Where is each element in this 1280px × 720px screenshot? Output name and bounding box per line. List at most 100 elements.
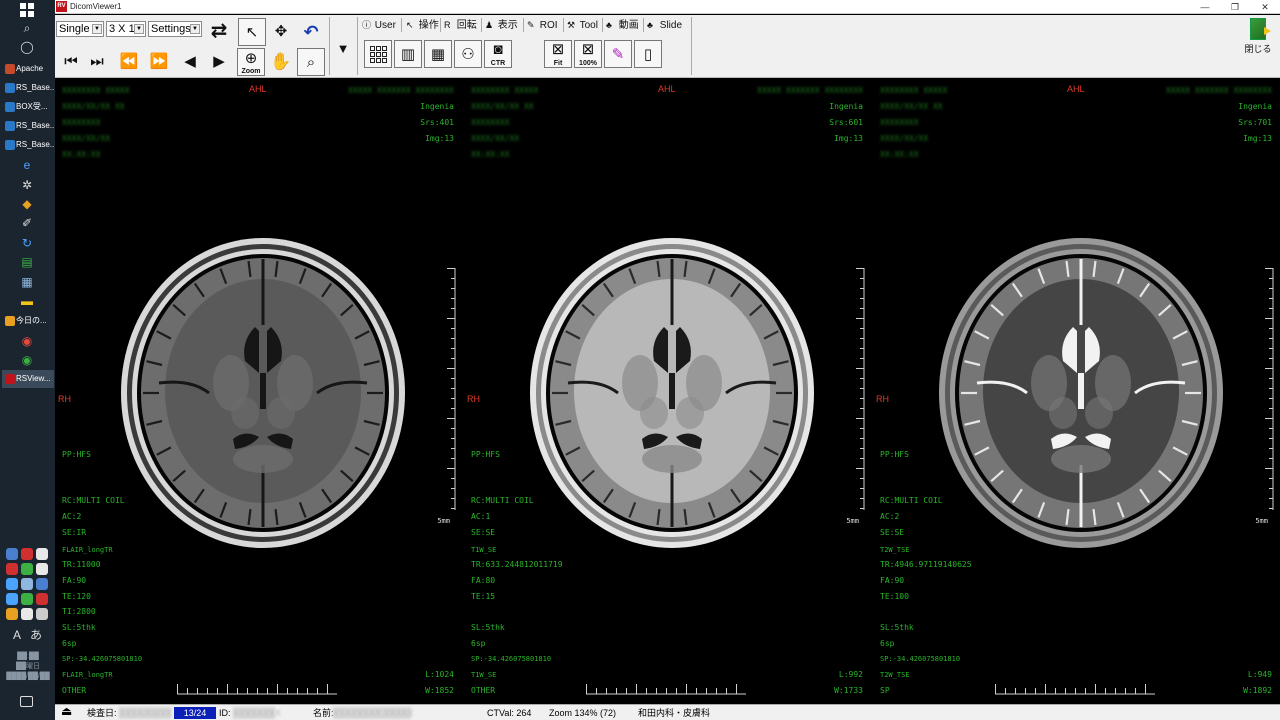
tray-icon[interactable] xyxy=(21,548,33,560)
refresh-icon[interactable]: ↻ xyxy=(19,235,35,251)
grid-layout-button[interactable] xyxy=(364,40,392,68)
tray-icon[interactable] xyxy=(36,593,48,605)
folder-icon[interactable]: ▬ xyxy=(19,293,35,309)
tab-rotate[interactable]: R 回転 xyxy=(444,17,477,33)
feather-icon xyxy=(5,64,15,74)
tray-icon[interactable] xyxy=(36,578,48,590)
tray-icon[interactable] xyxy=(21,563,33,575)
close-window-button[interactable]: ✕ xyxy=(1250,0,1280,14)
chrome-alt-icon[interactable]: ◉ xyxy=(19,352,35,368)
fast-forward-button[interactable]: ⏩ xyxy=(145,48,173,76)
exit-button[interactable]: 閉じる xyxy=(1242,15,1274,67)
grid-size-select[interactable]: 3 X 1 ▼ xyxy=(106,21,146,37)
tray-icon[interactable] xyxy=(21,608,33,620)
tab-slide[interactable]: ♣ Slide xyxy=(647,17,682,33)
windows-taskbar: ⌕ ◯ Apache RS_Base... BOX受... RS_Base...… xyxy=(0,0,55,720)
spreadsheet-icon[interactable]: ▤ xyxy=(19,254,35,270)
fit-screen-icon: ⊠ xyxy=(551,41,565,58)
viewport-1[interactable]: AHL RH XXXXXXXX XXXXX XXXX/XX/XX XX XXXXXXXX… xyxy=(55,80,464,702)
dicom-tag-ti: TI:2800 xyxy=(62,607,96,616)
tray-icon[interactable] xyxy=(6,608,18,620)
sync-button[interactable]: ⚇ xyxy=(454,40,482,68)
tab-roi[interactable]: ✎ ROI xyxy=(527,17,558,33)
undo-button[interactable]: ↶ xyxy=(297,18,325,46)
font-icon[interactable]: A xyxy=(9,627,25,643)
ime-icon[interactable]: あ xyxy=(28,627,44,643)
tab-display[interactable]: ♟ 表示 xyxy=(485,17,518,33)
windows-start-icon[interactable] xyxy=(20,3,34,17)
more-menu-button[interactable]: ▼ xyxy=(329,35,357,63)
split-layout-button[interactable]: ▥ xyxy=(394,40,422,68)
pan-tool-button[interactable]: ✋ xyxy=(267,48,295,76)
minimize-button[interactable]: — xyxy=(1190,0,1220,14)
taskbar-app-today[interactable]: 今日の... xyxy=(2,312,54,330)
magnify-region-button[interactable]: ⌕ xyxy=(297,48,325,76)
mri-axial-slice[interactable] xyxy=(931,233,1231,553)
tab-tool[interactable]: ⚒ Tool xyxy=(567,17,598,33)
vertical-scale-ruler xyxy=(856,268,865,510)
tray-icon[interactable] xyxy=(36,563,48,575)
gear-icon[interactable]: ✲ xyxy=(19,177,35,193)
chrome-icon[interactable]: ◉ xyxy=(19,333,35,349)
pen-icon[interactable]: ✐ xyxy=(19,215,35,231)
tray-icon[interactable] xyxy=(6,548,18,560)
search-icon[interactable]: ⌕ xyxy=(19,20,35,36)
document-icon[interactable]: ▦ xyxy=(19,274,35,290)
single-column-button[interactable]: ▯ xyxy=(634,40,662,68)
next-image-button[interactable]: ▶ xyxy=(205,48,233,76)
layout-mode-select[interactable]: Single ▼ xyxy=(56,21,104,37)
rv-app-icon: RV xyxy=(56,1,67,12)
tray-icon[interactable] xyxy=(36,608,48,620)
clock[interactable]: ██:██ ██曜日 ████/██/██ xyxy=(4,652,52,682)
dicom-tag-gap: 6sp xyxy=(62,639,77,648)
taskbar-app-rs-base-2[interactable]: RS_Base... xyxy=(2,117,54,135)
taskbar-app-rs-base-3[interactable]: RS_Base... xyxy=(2,136,54,154)
tray-icon[interactable] xyxy=(36,548,48,560)
pencil-icon: ✎ xyxy=(527,20,535,30)
orientation-left-label: RH xyxy=(876,394,889,404)
taskbar-app-rs-base-1[interactable]: RS_Base... xyxy=(2,79,54,97)
edge-icon[interactable]: e xyxy=(19,157,35,173)
tray-icon[interactable] xyxy=(6,593,18,605)
tab-operation[interactable]: ↖ 操作 xyxy=(406,17,439,33)
viewport-2[interactable]: AHL RH XXXXXXXX XXXXX XXXX/XX/XX XX XXXXXXXX… xyxy=(464,80,873,702)
tab-movie[interactable]: ♣ 動画 xyxy=(606,17,639,33)
dicom-tag-other: OTHER xyxy=(62,686,87,695)
viewport-3[interactable]: AHL RH XXXXXXXX XXXXX XXXX/XX/XX XX XXXXXXXX… xyxy=(873,80,1280,702)
taskbar-app-box[interactable]: BOX受... xyxy=(2,98,54,116)
last-image-button[interactable]: ⏭ xyxy=(83,48,111,76)
swap-arrows-button[interactable]: ⇄ xyxy=(204,17,234,49)
cortana-icon[interactable]: ◯ xyxy=(19,39,35,55)
fast-back-button[interactable]: ⏪ xyxy=(115,48,143,76)
tray-icon[interactable] xyxy=(21,593,33,605)
institution-header: XXXXX XXXXXXX XXXXXXXX xyxy=(1166,86,1272,95)
restore-button[interactable]: ❐ xyxy=(1220,0,1250,14)
annotate-button[interactable]: ✎ xyxy=(604,40,632,68)
eject-icon[interactable]: ⏏ xyxy=(61,705,72,717)
scale-unit-label: 5mm xyxy=(1255,517,1268,525)
first-image-button[interactable]: ⏮ xyxy=(57,48,85,76)
settings-select[interactable]: Settings ▼ xyxy=(148,21,202,37)
scroll-tool-button[interactable]: ✥ xyxy=(267,18,295,46)
columns-icon: ▥ xyxy=(400,46,416,63)
zoom-tool-button[interactable]: ⊕ Zoom xyxy=(237,48,265,76)
tray-icon[interactable] xyxy=(6,563,18,575)
mri-axial-slice[interactable] xyxy=(522,233,822,553)
tab-user[interactable]: ⓘ User xyxy=(362,17,396,33)
tray-icon[interactable] xyxy=(6,578,18,590)
triangle-right-icon: ▶ xyxy=(213,53,225,70)
taskbar-app-rsviewer[interactable]: RSView... xyxy=(2,370,54,388)
notification-icon[interactable] xyxy=(20,696,33,707)
taskbar-app-apache[interactable]: Apache xyxy=(2,60,54,78)
shield-icon[interactable]: ◆ xyxy=(19,196,35,212)
center-button[interactable]: ◙ CTR xyxy=(484,40,512,68)
pointer-tool-button[interactable]: ↖ xyxy=(238,18,266,46)
tray-icon[interactable] xyxy=(21,578,33,590)
actual-size-button[interactable]: ⊠ 100% xyxy=(574,40,602,68)
prev-image-button[interactable]: ◀ xyxy=(176,48,204,76)
tile-layout-button[interactable]: ▦ xyxy=(424,40,452,68)
mri-axial-slice[interactable] xyxy=(113,233,413,553)
window-width: W:1852 xyxy=(425,686,454,695)
fit-button[interactable]: ⊠ Fit xyxy=(544,40,572,68)
title-bar[interactable]: RV DicomViewer1 — ❐ ✕ xyxy=(55,0,1280,14)
